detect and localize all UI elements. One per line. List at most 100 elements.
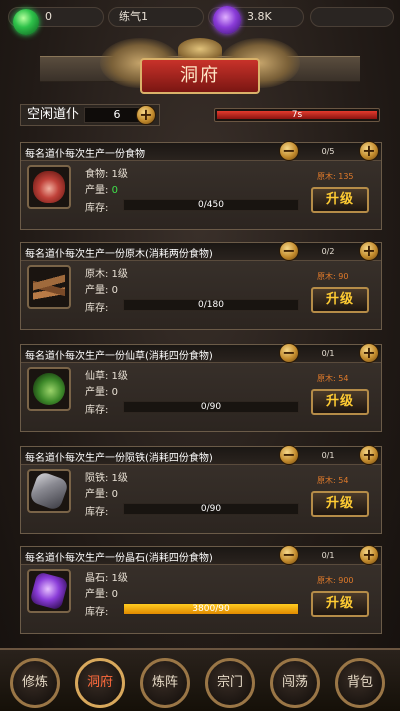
upgrade-button[interactable]: 升级 [311, 491, 369, 517]
add-servant-button[interactable]: + [136, 105, 156, 125]
store-label: 库存: [85, 607, 109, 618]
nav-label: 宗门 [216, 675, 243, 690]
add-servant-button[interactable]: + [359, 141, 379, 161]
card-header: 每名道仆每次生产一份食物 − 0/5 + [21, 141, 381, 161]
item-frame [27, 569, 71, 613]
yield-label: 产量: [85, 387, 109, 398]
card-title: 每名道仆每次生产一份仙草(消耗四份食物) [25, 351, 213, 362]
remove-servant-button[interactable]: − [279, 343, 299, 363]
crystal-counter[interactable]: 3.8K [208, 6, 304, 34]
resource-level: 原木: 1级 [85, 269, 128, 280]
nav-button[interactable]: 背包 [335, 658, 385, 708]
nav-button[interactable]: 洞府 [75, 658, 125, 708]
remove-servant-button[interactable]: − [279, 445, 299, 465]
upgrade-cost: 原木: 900 [317, 576, 354, 585]
store-bar: 0/90 [123, 503, 299, 515]
crystal-icon [29, 571, 69, 611]
upgrade-button[interactable]: 升级 [311, 591, 369, 617]
servant-count: 0/1 [321, 349, 335, 358]
remove-servant-button[interactable]: − [279, 241, 299, 261]
store-text: 0/90 [200, 504, 222, 514]
bottom-nav: 修炼 洞府 炼阵 宗门 闯荡 背包 [0, 648, 400, 711]
upgrade-cost: 原木: 90 [317, 272, 349, 281]
page-title: 洞府 [140, 58, 260, 94]
nav-label: 炼阵 [151, 675, 178, 690]
item-frame [27, 367, 71, 411]
card-title: 每名道仆每次生产一份食物 [25, 149, 145, 160]
upgrade-cost: 原木: 54 [317, 374, 349, 383]
resource-level: 食物: 1级 [85, 169, 128, 180]
remove-servant-button[interactable]: − [279, 545, 299, 565]
store-label: 库存: [85, 405, 109, 416]
upgrade-button[interactable]: 升级 [311, 187, 369, 213]
realm-badge[interactable]: 练气1 [108, 7, 204, 27]
crystal-value: 3.8K [247, 10, 272, 23]
yield-value: 0 [111, 285, 118, 296]
add-servant-button[interactable]: + [359, 445, 379, 465]
green-gem-icon [13, 9, 39, 35]
card-title: 每名道仆每次生产一份原木(消耗两份食物) [25, 249, 213, 260]
card-title: 每名道仆每次生产一份陨铁(消耗四份食物) [25, 453, 213, 464]
top-bar: 0 练气1 3.8K [0, 0, 400, 36]
store-text: 3800/90 [192, 604, 230, 614]
nav-label: 闯荡 [281, 675, 308, 690]
production-timer: 7s [214, 108, 380, 122]
gem-counter[interactable]: 0 [8, 7, 104, 35]
purple-crystal-icon [213, 6, 241, 34]
item-frame [27, 469, 71, 513]
crest-ornament-icon [178, 38, 222, 60]
servant-count: 0/2 [321, 247, 335, 256]
item-frame [27, 165, 71, 209]
add-servant-button[interactable]: + [359, 545, 379, 565]
yield-row: 产量: 0 [85, 383, 118, 398]
card-header: 每名道仆每次生产一份晶石(消耗四份食物) − 0/1 + [21, 545, 381, 565]
yield-value: 0 [111, 185, 118, 196]
iron-icon [29, 471, 69, 511]
yield-row: 产量: 0 [85, 485, 118, 500]
card-header: 每名道仆每次生产一份仙草(消耗四份食物) − 0/1 + [21, 343, 381, 363]
servant-count: 0/1 [321, 451, 335, 460]
store-text: 0/180 [198, 300, 224, 310]
nav-label: 修炼 [21, 675, 48, 690]
idle-label-text: 空闲道仆 [27, 107, 80, 122]
yield-value: 0 [111, 589, 118, 600]
store-bar: 0/180 [123, 299, 299, 311]
store-bar: 0/90 [123, 401, 299, 413]
production-card: 每名道仆每次生产一份晶石(消耗四份食物) − 0/1 + 晶石: 1级 产量: … [20, 545, 382, 634]
servant-count: 0/5 [321, 147, 335, 156]
upgrade-button[interactable]: 升级 [311, 287, 369, 313]
production-card: 每名道仆每次生产一份陨铁(消耗四份食物) − 0/1 + 陨铁: 1级 产量: … [20, 445, 382, 534]
item-frame [27, 265, 71, 309]
yield-label: 产量: [85, 185, 109, 196]
store-text: 0/90 [200, 402, 222, 412]
yield-row: 产量: 0 [85, 281, 118, 296]
gem-value: 0 [45, 10, 52, 23]
nav-button[interactable]: 炼阵 [140, 658, 190, 708]
add-servant-button[interactable]: + [359, 343, 379, 363]
nav-button[interactable]: 修炼 [10, 658, 60, 708]
realm-text: 练气1 [119, 10, 148, 23]
card-header: 每名道仆每次生产一份陨铁(消耗四份食物) − 0/1 + [21, 445, 381, 465]
store-label: 库存: [85, 303, 109, 314]
upgrade-cost: 原木: 135 [317, 172, 354, 181]
upgrade-cost: 原木: 54 [317, 476, 349, 485]
remove-servant-button[interactable]: − [279, 141, 299, 161]
card-header: 每名道仆每次生产一份原木(消耗两份食物) − 0/2 + [21, 241, 381, 261]
meat-icon [33, 171, 65, 203]
yield-row: 产量: 0 [85, 585, 118, 600]
resource-level: 陨铁: 1级 [85, 473, 128, 484]
nav-label: 洞府 [86, 675, 113, 690]
store-bar: 0/450 [123, 199, 299, 211]
empty-slot [310, 7, 394, 27]
store-label: 库存: [85, 203, 109, 214]
nav-button[interactable]: 闯荡 [270, 658, 320, 708]
resource-level: 仙草: 1级 [85, 371, 128, 382]
herb-icon [33, 373, 65, 405]
timer-text: 7s [291, 110, 303, 120]
add-servant-button[interactable]: + [359, 241, 379, 261]
nav-button[interactable]: 宗门 [205, 658, 255, 708]
store-label: 库存: [85, 507, 109, 518]
resource-level: 晶石: 1级 [85, 573, 128, 584]
yield-row: 产量: 0 [85, 181, 118, 196]
upgrade-button[interactable]: 升级 [311, 389, 369, 415]
